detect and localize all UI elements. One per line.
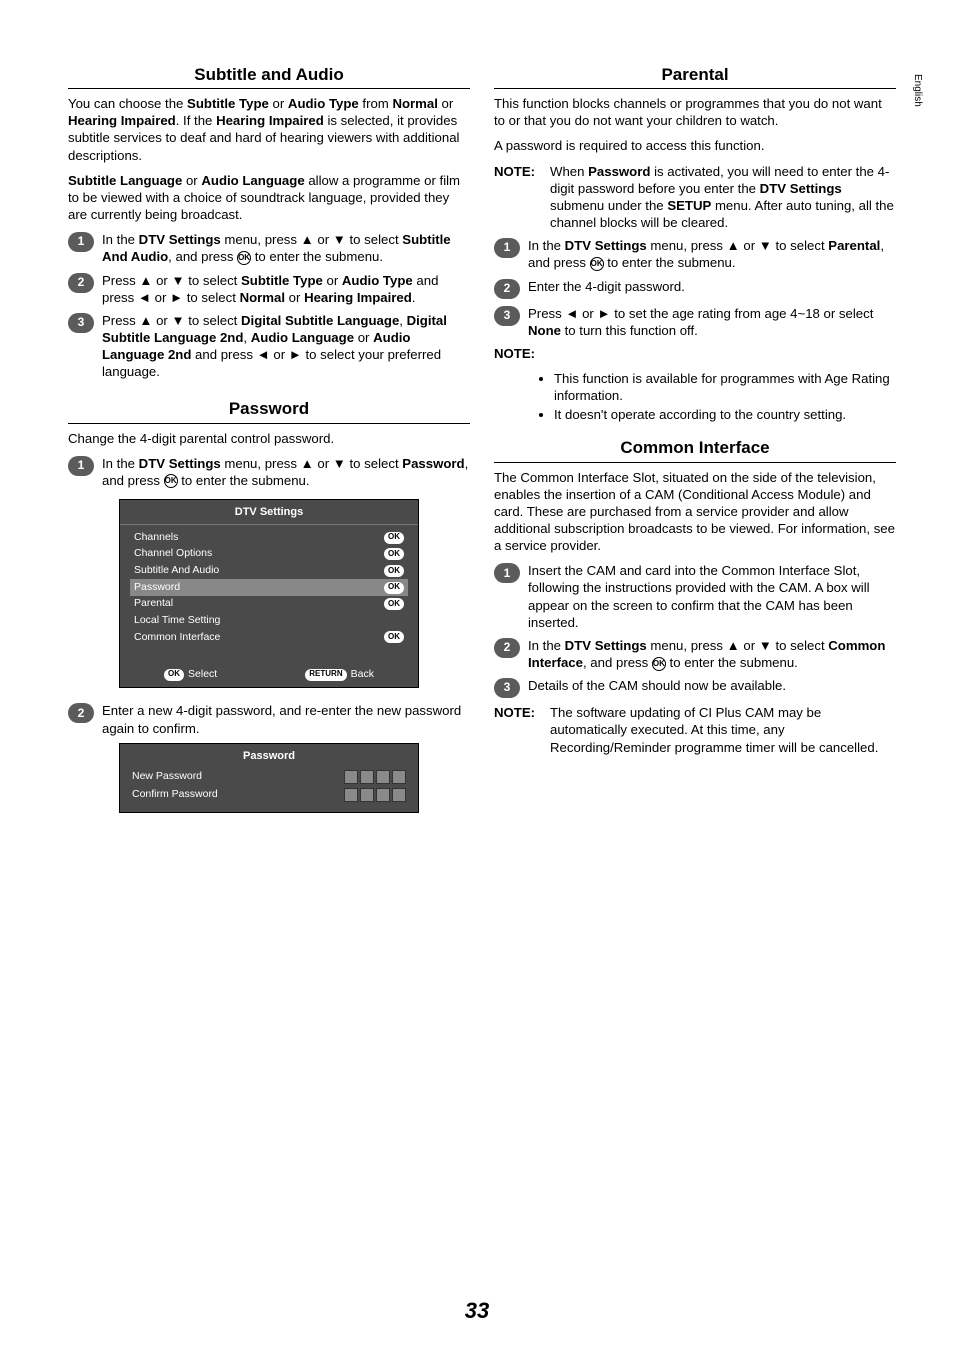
osd-select-label: Select <box>188 668 217 682</box>
ok-pill: OK <box>384 631 404 643</box>
osd-row: Common Interface OK <box>130 629 408 646</box>
step-badge: 1 <box>68 232 94 252</box>
osd-row-label: Local Time Setting <box>134 614 220 628</box>
language-tab: English <box>909 70 926 111</box>
dtv-settings-menu: DTV Settings Channels OK Channel Options OK… <box>119 499 419 688</box>
note-item: This function is available for programme… <box>554 370 896 404</box>
ok-pill: OK <box>384 548 404 560</box>
paragraph: You can choose the Subtitle Type or Audi… <box>68 95 470 164</box>
osd-row: Channels OK <box>130 529 408 546</box>
step-badge: 2 <box>68 703 94 723</box>
osd-title: DTV Settings <box>120 500 418 525</box>
osd-row-label: Parental <box>134 597 173 611</box>
left-column: Subtitle and Audio You can choose the Su… <box>68 60 470 813</box>
ok-pill: OK <box>164 669 184 681</box>
return-pill: RETURN <box>305 669 346 681</box>
step-badge: 1 <box>494 563 520 583</box>
ok-pill: OK <box>384 598 404 610</box>
step-1: 1 In the DTV Settings menu, press ▲ or ▼… <box>68 455 470 489</box>
paragraph: A password is required to access this fu… <box>494 137 896 154</box>
step-badge: 2 <box>494 638 520 658</box>
step-badge: 2 <box>68 273 94 293</box>
osd-back-label: Back <box>351 668 374 682</box>
step-3: 3 Details of the CAM should now be avail… <box>494 677 896 698</box>
step-2: 2 Enter the 4-digit password. <box>494 278 896 299</box>
step-2: 2 In the DTV Settings menu, press ▲ or ▼… <box>494 637 896 671</box>
paragraph: Change the 4-digit parental control pass… <box>68 430 470 447</box>
osd-row: Channel Options OK <box>130 546 408 563</box>
osd-row: Local Time Setting <box>130 613 408 630</box>
paragraph: This function blocks channels or program… <box>494 95 896 129</box>
step-2: 2 Press ▲ or ▼ to select Subtitle Type o… <box>68 272 470 306</box>
note-label: NOTE: <box>494 345 896 362</box>
step-2: 2 Enter a new 4-digit password, and re-e… <box>68 702 470 736</box>
step-badge: 3 <box>68 313 94 333</box>
step-3: 3 Press ▲ or ▼ to select Digital Subtitl… <box>68 312 470 381</box>
ok-pill: OK <box>384 565 404 577</box>
paragraph: The Common Interface Slot, situated on t… <box>494 469 896 555</box>
ok-icon: OK <box>164 474 178 488</box>
note-block: NOTE: The software updating of CI Plus C… <box>494 704 896 755</box>
step-1: 1 In the DTV Settings menu, press ▲ or ▼… <box>68 231 470 265</box>
ok-icon: OK <box>652 657 666 671</box>
step-1: 1 In the DTV Settings menu, press ▲ or ▼… <box>494 237 896 271</box>
paragraph: Subtitle Language or Audio Language allo… <box>68 172 470 223</box>
osd-row-label: Password <box>134 581 180 595</box>
osd-row-label: Channel Options <box>134 547 212 561</box>
note-list: This function is available for programme… <box>494 370 896 423</box>
note-block: NOTE: When Password is activated, you wi… <box>494 163 896 232</box>
osd-row-label: Subtitle And Audio <box>134 564 219 578</box>
step-badge: 1 <box>68 456 94 476</box>
password-heading: Password <box>68 398 470 423</box>
subtitle-audio-heading: Subtitle and Audio <box>68 64 470 89</box>
note-item: It doesn't operate according to the coun… <box>554 406 896 423</box>
step-badge: 3 <box>494 678 520 698</box>
step-badge: 2 <box>494 279 520 299</box>
ok-icon: OK <box>590 257 604 271</box>
osd-row-label: Channels <box>134 531 178 545</box>
parental-heading: Parental <box>494 64 896 89</box>
step-badge: 1 <box>494 238 520 258</box>
step-1: 1 Insert the CAM and card into the Commo… <box>494 562 896 631</box>
new-password-label: New Password <box>132 770 334 784</box>
password-dialog: Password New Password Confirm Password <box>119 743 419 813</box>
osd-row: Subtitle And Audio OK <box>130 563 408 580</box>
ok-pill: OK <box>384 582 404 594</box>
confirm-password-label: Confirm Password <box>132 788 334 802</box>
page-number: 33 <box>0 1297 954 1326</box>
step-badge: 3 <box>494 306 520 326</box>
osd-row: Parental OK <box>130 596 408 613</box>
password-dialog-title: Password <box>120 744 418 768</box>
right-column: Parental This function blocks channels o… <box>494 60 896 813</box>
ok-icon: OK <box>237 251 251 265</box>
common-interface-heading: Common Interface <box>494 437 896 462</box>
ok-pill: OK <box>384 532 404 544</box>
step-3: 3 Press ◄ or ► to set the age rating fro… <box>494 305 896 339</box>
osd-row-label: Common Interface <box>134 631 220 645</box>
osd-row: Password OK <box>130 579 408 596</box>
